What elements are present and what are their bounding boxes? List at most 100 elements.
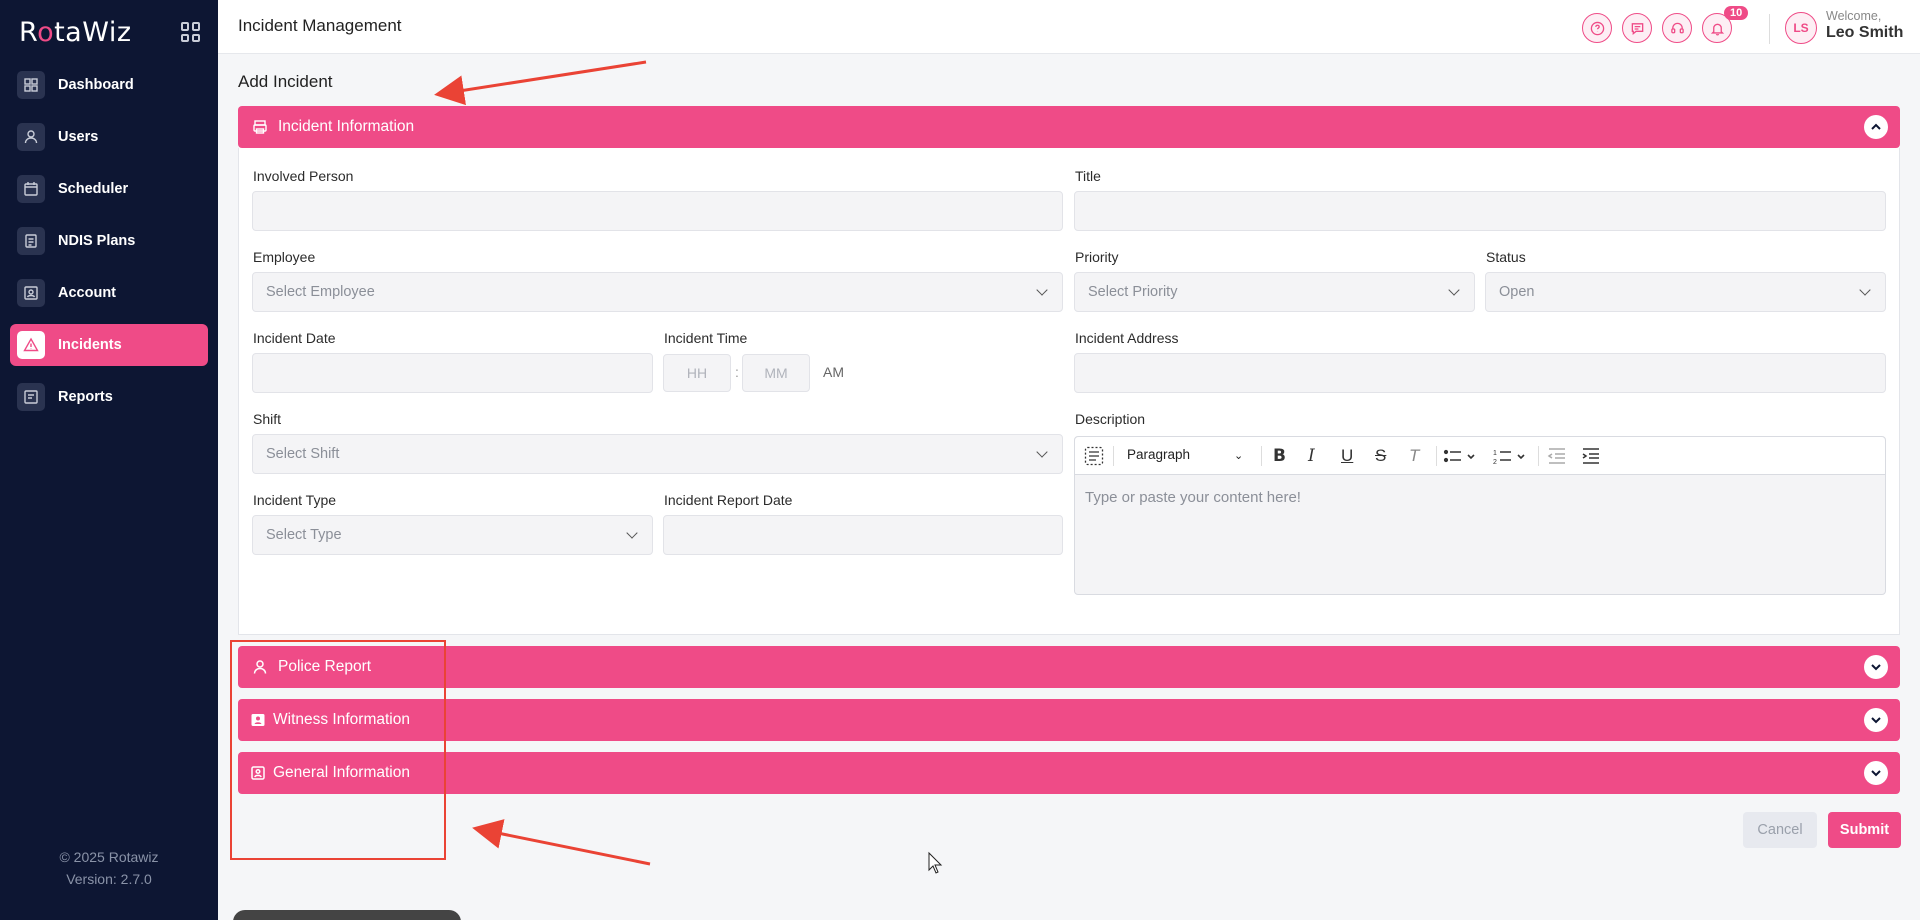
involved-person-label: Involved Person — [253, 168, 354, 184]
sidebar-item-label: Incidents — [58, 337, 122, 353]
strikethrough-icon[interactable]: S — [1375, 446, 1386, 466]
chevron-down-icon[interactable] — [1864, 655, 1888, 679]
header-divider — [1769, 14, 1770, 44]
sidebar-item-dashboard[interactable]: Dashboard — [10, 64, 208, 106]
incident-report-date-input[interactable] — [663, 515, 1063, 555]
employee-label: Employee — [253, 249, 316, 265]
incident-time-label: Incident Time — [664, 330, 748, 346]
warning-icon — [17, 331, 45, 359]
priority-label: Priority — [1075, 249, 1119, 265]
title-input[interactable] — [1074, 191, 1886, 231]
sidebar: RotaWiz Dashboard Users Scheduler NDIS P… — [0, 0, 218, 920]
toolbar-separator — [1261, 446, 1262, 466]
page-title: Incident Management — [238, 16, 402, 35]
outdent-icon[interactable] — [1547, 446, 1567, 471]
cancel-button[interactable]: Cancel — [1743, 812, 1817, 848]
shift-label: Shift — [253, 411, 282, 427]
police-report-section-header[interactable]: Police Report — [238, 646, 1900, 688]
floating-panel-edge — [233, 910, 461, 920]
status-label: Status — [1486, 249, 1526, 265]
bulleted-list-icon[interactable] — [1443, 446, 1479, 471]
title-label: Title — [1075, 168, 1101, 184]
incident-date-label: Incident Date — [253, 330, 336, 346]
avatar[interactable]: LS — [1785, 12, 1817, 44]
incident-type-label: Incident Type — [253, 492, 337, 508]
sidebar-item-label: Users — [58, 129, 99, 145]
sidebar-item-reports[interactable]: Reports — [10, 376, 208, 418]
editor-toolbar: Paragraph ⌄ B I U S T 12 — [1075, 437, 1885, 475]
mouse-cursor-icon — [928, 851, 943, 874]
toolbar-separator — [1436, 446, 1437, 466]
annotation-arrow-top — [434, 60, 647, 106]
sidebar-item-label: Account — [58, 285, 116, 301]
involved-person-input[interactable] — [252, 191, 1063, 231]
sidebar-item-incidents[interactable]: Incidents — [10, 324, 208, 366]
chat-icon[interactable] — [1622, 13, 1652, 43]
welcome-text: Welcome, — [1826, 9, 1882, 23]
document-icon — [17, 227, 45, 255]
chevron-down-icon: ⌄ — [1234, 450, 1244, 462]
time-separator: : — [735, 364, 739, 380]
add-incident-heading: Add Incident — [238, 72, 333, 91]
employee-select[interactable]: Select Employee — [252, 272, 1063, 312]
shift-select[interactable]: Select Shift — [252, 434, 1063, 474]
printer-icon — [253, 120, 267, 134]
status-select[interactable]: Open — [1485, 272, 1886, 312]
sidebar-item-account[interactable]: Account — [10, 272, 208, 314]
notification-count-badge: 10 — [1724, 6, 1749, 20]
support-headset-icon[interactable] — [1662, 13, 1692, 43]
indent-icon[interactable] — [1581, 446, 1601, 471]
dashboard-icon — [17, 71, 45, 99]
priority-select[interactable]: Select Priority — [1074, 272, 1475, 312]
general-information-section-header[interactable]: General Information — [238, 752, 1900, 794]
heading-select-value: Paragraph — [1127, 447, 1191, 462]
sidebar-footer: © 2025 Rotawiz Version: 2.7.0 — [0, 846, 218, 890]
remove-format-icon[interactable]: T — [1409, 446, 1419, 466]
calendar-icon — [17, 175, 45, 203]
version-text: Version: 2.7.0 — [66, 871, 152, 887]
help-icon[interactable] — [1582, 13, 1612, 43]
user-name[interactable]: Leo Smith — [1826, 24, 1903, 42]
numbered-list-icon[interactable]: 12 — [1493, 446, 1529, 471]
copyright-text: © 2025 Rotawiz — [59, 849, 159, 865]
italic-icon[interactable]: I — [1308, 446, 1315, 466]
rotawiz-logo[interactable]: RotaWiz — [19, 17, 132, 48]
underline-icon[interactable]: U — [1341, 446, 1353, 466]
incident-type-select[interactable]: Select Type — [252, 515, 653, 555]
incident-report-date-label: Incident Report Date — [664, 492, 793, 508]
sidebar-item-scheduler[interactable]: Scheduler — [10, 168, 208, 210]
description-editor[interactable]: Paragraph ⌄ B I U S T 12 Type or paste yo… — [1074, 436, 1886, 595]
sidebar-item-label: Reports — [58, 389, 113, 405]
sidebar-item-label: Dashboard — [58, 77, 134, 93]
witness-information-section-header[interactable]: Witness Information — [238, 699, 1900, 741]
chevron-down-icon[interactable] — [1864, 761, 1888, 785]
chevron-down-icon[interactable] — [1864, 708, 1888, 732]
annotation-arrow-bottom — [472, 819, 651, 866]
section-title: Incident Information — [278, 118, 415, 135]
chevron-up-icon[interactable] — [1864, 115, 1888, 139]
heading-select[interactable]: Paragraph ⌄ — [1127, 447, 1243, 462]
bold-icon[interactable]: B — [1273, 446, 1286, 466]
minute-input[interactable]: MM — [742, 354, 810, 392]
sidebar-nav: Dashboard Users Scheduler NDIS Plans Acc… — [10, 64, 208, 428]
incident-address-label: Incident Address — [1075, 330, 1179, 346]
app-grid-icon[interactable] — [181, 22, 201, 42]
sidebar-item-label: NDIS Plans — [58, 233, 136, 249]
user-icon — [17, 123, 45, 151]
hour-input[interactable]: HH — [663, 354, 731, 392]
incident-information-section-header[interactable]: Incident Information — [238, 106, 1900, 148]
svg-text:2: 2 — [1493, 459, 1497, 466]
am-pm-toggle[interactable]: AM — [823, 364, 844, 380]
submit-button[interactable]: Submit — [1828, 812, 1901, 848]
editor-placeholder: Type or paste your content here! — [1085, 489, 1301, 506]
sidebar-item-ndis-plans[interactable]: NDIS Plans — [10, 220, 208, 262]
id-card-icon — [17, 279, 45, 307]
sidebar-item-users[interactable]: Users — [10, 116, 208, 158]
description-label: Description — [1075, 411, 1146, 427]
incident-address-input[interactable] — [1074, 353, 1886, 393]
report-icon — [17, 383, 45, 411]
toolbar-separator — [1113, 446, 1114, 466]
show-blocks-icon[interactable] — [1084, 446, 1104, 471]
incident-date-input[interactable] — [252, 353, 653, 393]
toolbar-separator — [1538, 446, 1539, 466]
